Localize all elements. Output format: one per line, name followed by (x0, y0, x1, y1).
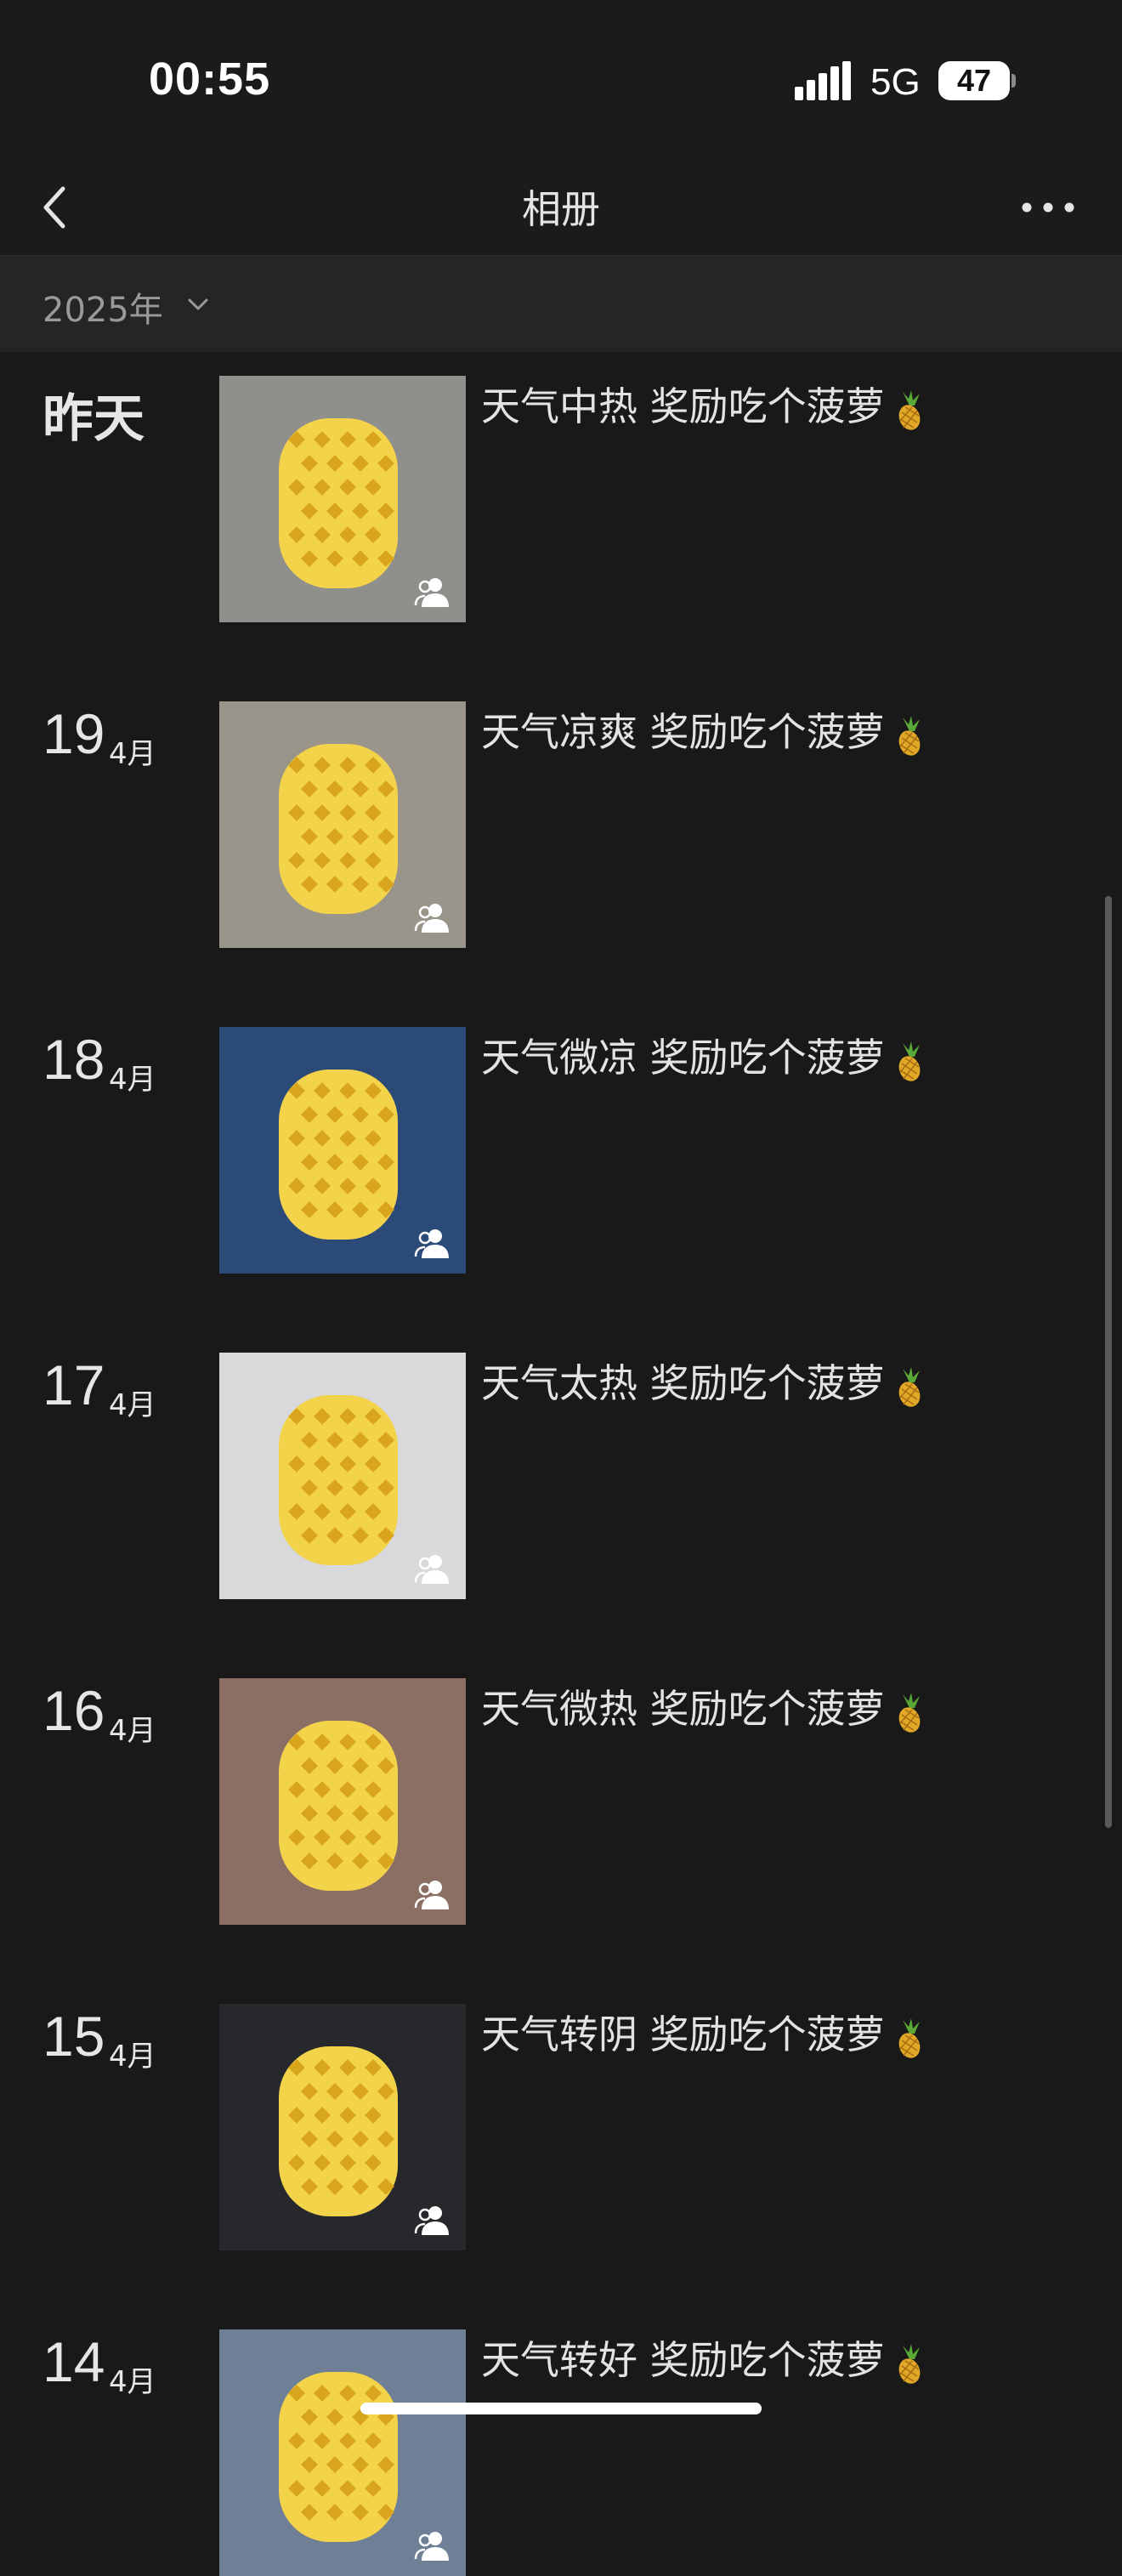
album-post[interactable]: 昨天 天气中热 奖励吃个菠萝 (0, 352, 1122, 622)
date-month: 4月 (109, 2040, 156, 2074)
date-month: 4月 (109, 1063, 156, 1097)
date-day: 14 (42, 2330, 105, 2393)
people-icon (414, 2206, 449, 2235)
album-post[interactable]: 14 4月 天气转好 奖励吃个菠萝 (0, 2306, 1122, 2576)
scrollbar[interactable] (1105, 896, 1112, 1828)
post-caption-text: 天气中热 奖励吃个菠萝 (481, 383, 885, 429)
post-caption-text: 天气转好 奖励吃个菠萝 (481, 2337, 885, 2383)
pineapple-icon (898, 389, 921, 430)
pineapple-icon (898, 1692, 921, 1733)
navigation-bar: 相册 (0, 162, 1122, 257)
pineapple-icon (898, 1366, 921, 1407)
pineapple-icon (898, 2017, 921, 2058)
album-post[interactable]: 18 4月 天气微凉 奖励吃个菠萝 (0, 1003, 1122, 1274)
battery-level: 47 (938, 61, 1010, 100)
date-day: 19 (42, 702, 105, 765)
network-type: 5G (870, 61, 921, 103)
year-label: 2025年 (42, 291, 163, 330)
date-day: 15 (42, 2005, 105, 2068)
post-caption-text: 天气微凉 奖励吃个菠萝 (481, 1035, 885, 1081)
album-list: 昨天 天气中热 奖励吃个菠萝 19 4月 天气凉爽 奖励吃个菠萝 18 4月 天… (0, 352, 1122, 2576)
album-post[interactable]: 16 4月 天气微热 奖励吃个菠萝 (0, 1654, 1122, 1925)
signal-icon (795, 61, 851, 100)
date-day: 16 (42, 1679, 105, 1742)
battery-icon: 47 (938, 61, 1016, 102)
post-caption: 天气转好 奖励吃个菠萝 (481, 2329, 931, 2386)
post-thumbnail[interactable] (219, 1678, 466, 1925)
post-caption-text: 天气微热 奖励吃个菠萝 (481, 1686, 885, 1732)
post-thumbnail[interactable] (219, 701, 466, 948)
post-caption-text: 天气凉爽 奖励吃个菠萝 (481, 709, 885, 755)
people-icon (414, 578, 449, 607)
date-month: 4月 (109, 1388, 156, 1422)
pineapple-icon (898, 2343, 921, 2384)
post-caption: 天气太热 奖励吃个菠萝 (481, 1353, 931, 1409)
post-caption: 天气微热 奖励吃个菠萝 (481, 1678, 931, 1734)
date-day: 17 (42, 1353, 105, 1416)
pineapple-icon (898, 715, 921, 756)
date-month: 4月 (109, 737, 156, 771)
album-post[interactable]: 17 4月 天气太热 奖励吃个菠萝 (0, 1329, 1122, 1599)
people-icon (414, 1229, 449, 1258)
post-caption: 天气凉爽 奖励吃个菠萝 (481, 701, 931, 757)
post-thumbnail[interactable] (219, 2329, 466, 2576)
chevron-down-icon (188, 298, 208, 310)
album-post[interactable]: 19 4月 天气凉爽 奖励吃个菠萝 (0, 678, 1122, 948)
post-caption: 天气转阴 奖励吃个菠萝 (481, 2004, 931, 2060)
home-indicator[interactable] (360, 2403, 762, 2414)
date-label: 昨天 (42, 389, 144, 449)
post-thumbnail[interactable] (219, 2004, 466, 2250)
year-selector[interactable]: 2025年 (0, 257, 1122, 352)
post-thumbnail[interactable] (219, 1027, 466, 1274)
people-icon (414, 904, 449, 933)
post-caption-text: 天气转阴 奖励吃个菠萝 (481, 2011, 885, 2057)
people-icon (414, 2532, 449, 2561)
post-thumbnail[interactable] (219, 376, 466, 622)
date-month: 4月 (109, 2365, 156, 2399)
post-thumbnail[interactable] (219, 1353, 466, 1599)
more-dots-icon[interactable] (1018, 190, 1078, 224)
album-post[interactable]: 15 4月 天气转阴 奖励吃个菠萝 (0, 1980, 1122, 2250)
page-title: 相册 (522, 186, 600, 232)
status-time: 00:55 (149, 54, 271, 105)
post-caption: 天气微凉 奖励吃个菠萝 (481, 1027, 931, 1083)
post-caption: 天气中热 奖励吃个菠萝 (481, 376, 931, 432)
people-icon (414, 1881, 449, 1909)
status-bar: 00:55 5G 47 (0, 0, 1122, 162)
date-month: 4月 (109, 1714, 156, 1748)
post-caption-text: 天气太热 奖励吃个菠萝 (481, 1360, 885, 1406)
people-icon (414, 1555, 449, 1584)
pineapple-icon (898, 1041, 921, 1081)
battery-cap (1012, 74, 1016, 88)
date-day: 18 (42, 1028, 105, 1091)
